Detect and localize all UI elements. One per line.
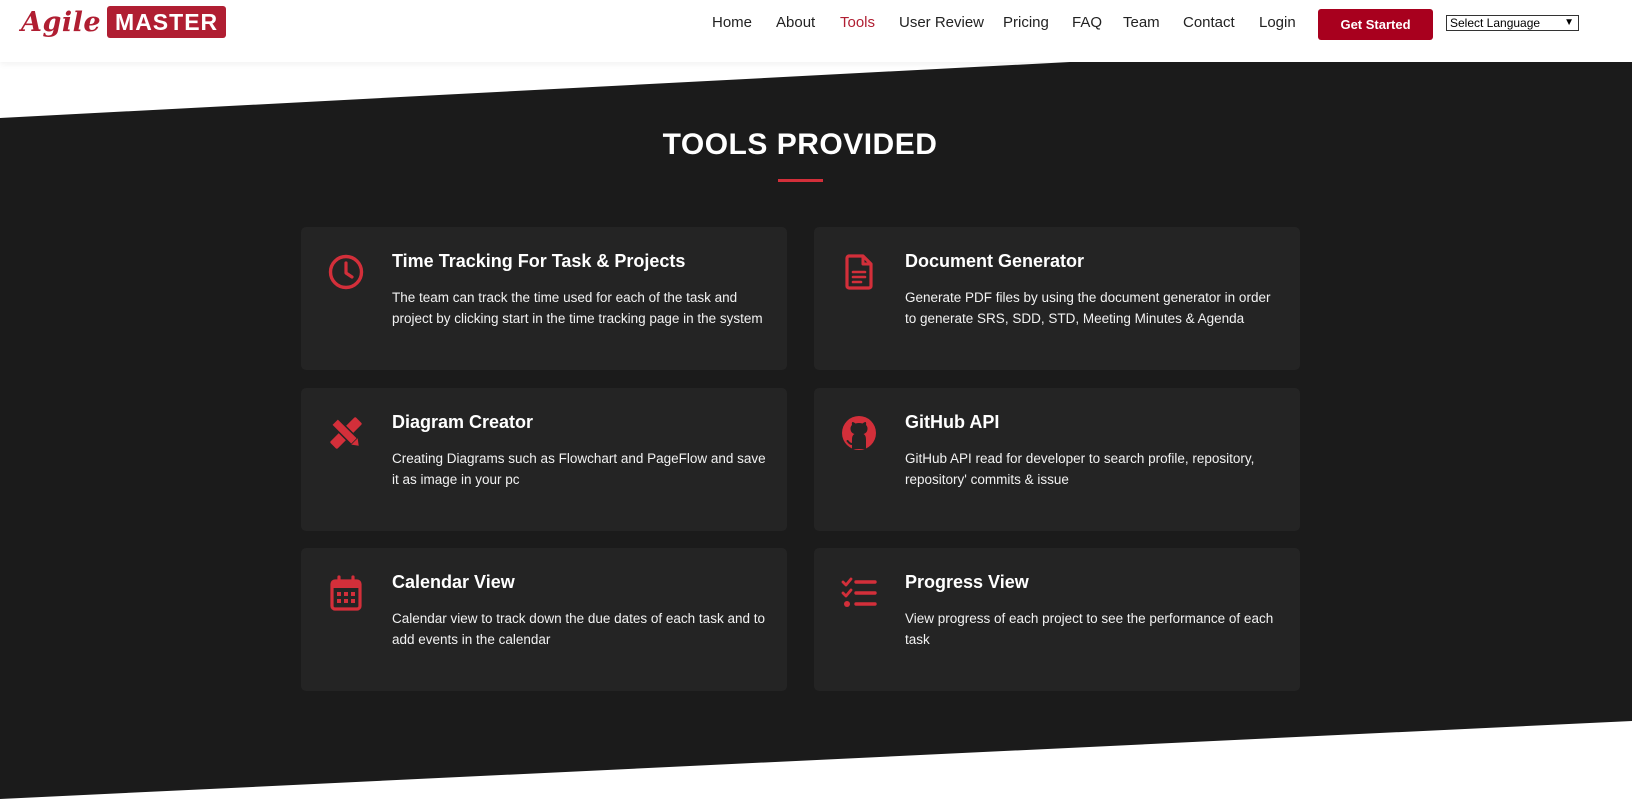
- chevron-down-icon: ▼: [1564, 17, 1574, 28]
- tool-description: Creating Diagrams such as Flowchart and …: [392, 451, 766, 487]
- language-select[interactable]: Select Language ▼: [1446, 15, 1579, 31]
- nav-faq[interactable]: FAQ: [1072, 14, 1102, 31]
- tool-title: Document Generator: [905, 251, 1085, 271]
- tool-title: Diagram Creator: [392, 412, 534, 432]
- tool-card-diagram-creator: Diagram Creator Creating Diagrams such a…: [301, 388, 787, 531]
- tool-title: Time Tracking For Task & Projects: [392, 251, 686, 271]
- tool-description: View progress of each project to see the…: [905, 611, 1274, 647]
- nav-about[interactable]: About: [776, 14, 815, 31]
- site-header: Agile MASTER Home About Tools User Revie…: [0, 0, 1632, 62]
- pencil-ruler-icon: [330, 417, 362, 449]
- tool-card-calendar-view: Calendar View Calendar view to track dow…: [301, 548, 787, 691]
- calendar-icon: [330, 575, 362, 611]
- checklist-icon: [841, 577, 877, 607]
- document-icon: [845, 254, 873, 290]
- nav-contact[interactable]: Contact: [1183, 14, 1235, 31]
- nav-home[interactable]: Home: [712, 14, 752, 31]
- tool-title: Calendar View: [392, 572, 515, 592]
- nav-user-review[interactable]: User Review: [899, 14, 984, 31]
- tool-card-document-generator: Document Generator Generate PDF files by…: [814, 227, 1300, 370]
- brand-logo[interactable]: Agile MASTER: [21, 5, 227, 39]
- get-started-button[interactable]: Get Started: [1318, 9, 1433, 40]
- title-underline: [778, 179, 823, 182]
- clock-icon: [328, 254, 364, 290]
- logo-box-text: MASTER: [107, 6, 227, 38]
- tool-description: Generate PDF files by using the document…: [905, 290, 1271, 326]
- logo-script-text: Agile: [21, 6, 102, 38]
- section-title: TOOLS PROVIDED: [662, 128, 938, 161]
- tool-description: Calendar view to track down the due date…: [392, 611, 765, 647]
- nav-team[interactable]: Team: [1123, 14, 1160, 31]
- tool-description: The team can track the time used for eac…: [392, 290, 763, 326]
- tool-title: Progress View: [905, 572, 1029, 592]
- tool-card-time-tracking: Time Tracking For Task & Projects The te…: [301, 227, 787, 370]
- tool-card-progress-view: Progress View View progress of each proj…: [814, 548, 1300, 691]
- language-select-value: Select Language: [1450, 16, 1541, 30]
- tool-title: GitHub API: [905, 412, 1000, 432]
- nav-pricing[interactable]: Pricing: [1003, 14, 1049, 31]
- github-icon: [842, 416, 876, 450]
- tool-description: GitHub API read for developer to search …: [905, 451, 1255, 487]
- nav-tools[interactable]: Tools: [840, 14, 875, 31]
- tool-card-github-api: GitHub API GitHub API read for developer…: [814, 388, 1300, 531]
- nav-login[interactable]: Login: [1259, 14, 1296, 31]
